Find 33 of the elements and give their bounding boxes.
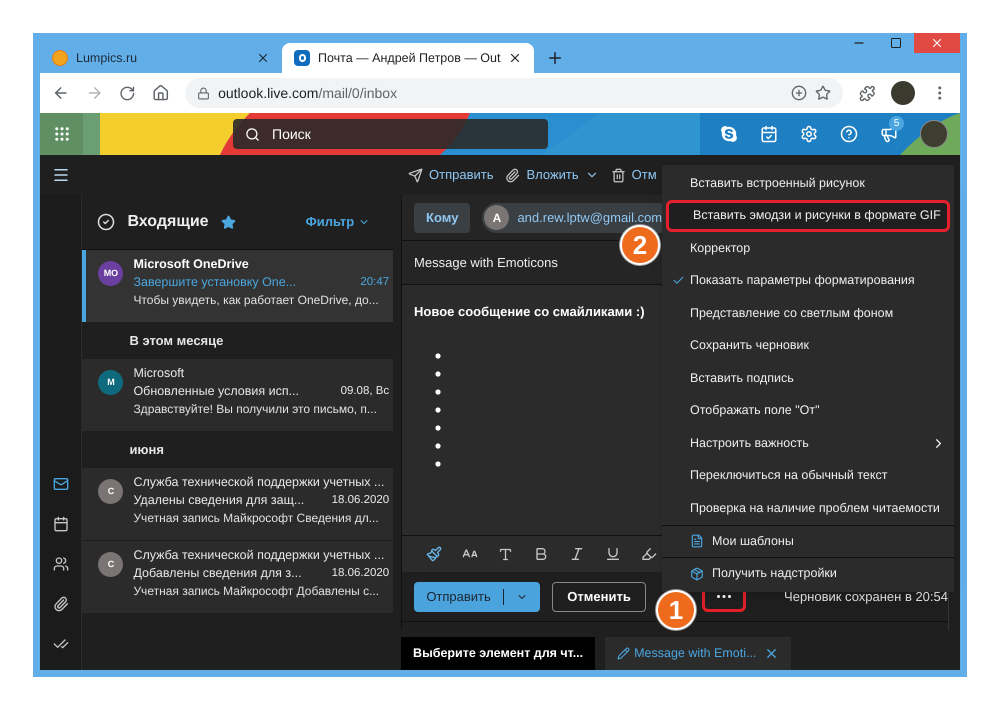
- avatar: С: [98, 479, 124, 504]
- group-header: июня: [129, 441, 164, 460]
- sender-name: Microsoft: [133, 365, 186, 382]
- sender-name: Служба технической поддержки учетных ...: [133, 547, 386, 564]
- sender-name: Служба технической поддержки учетных ...: [133, 474, 386, 491]
- tab-title: Lumpics.ru: [76, 50, 138, 67]
- search-placeholder: Поиск: [272, 124, 311, 144]
- recipient-email: and.rew.lptw@gmail.com: [517, 208, 662, 227]
- preview-text: Здравствуйте! Вы получили это письмо, п...: [133, 401, 378, 418]
- subject-text: Добавлены сведения для з...: [133, 565, 302, 582]
- preview-text: Чтобы увидеть, как работает OneDrive, до...: [133, 292, 380, 309]
- url-text: outlook.live.com/mail/0/inbox: [218, 84, 398, 102]
- subject-text: Обновленные условия исп...: [133, 383, 300, 400]
- time-text: 18.06.2020: [332, 493, 390, 508]
- subject-text: Завершите установку One...: [133, 274, 296, 291]
- recipient-avatar: A: [484, 205, 510, 230]
- time-text: 09.08, Вс: [340, 384, 390, 399]
- body-heading: Новое сообщение со смайликами :): [414, 304, 645, 319]
- preview-text: Учетная запись Майкрософт Сведения дл...: [133, 510, 380, 527]
- avatar: С: [98, 552, 124, 577]
- time-text: 18.06.2020: [332, 566, 390, 581]
- subject-text: Удалены сведения для защ...: [133, 492, 304, 509]
- group-header: В этом месяце: [129, 332, 224, 350]
- time-text: 20:47: [360, 275, 390, 290]
- tab-label: Message with Emoti...: [634, 645, 756, 662]
- sender-name: Microsoft OneDrive: [133, 256, 250, 273]
- preview-text: Учетная запись Майкрософт Добавлены с...: [133, 583, 380, 600]
- draft-status: Черновик сохранен в 20:54: [784, 588, 948, 606]
- tab-title: Почта — Андрей Петров — Out: [318, 50, 500, 67]
- avatar: M: [98, 370, 124, 395]
- avatar: MO: [98, 261, 124, 286]
- tab-label: Выберите элемент для чт...: [413, 645, 584, 662]
- folder-title: Входящие: [127, 212, 209, 232]
